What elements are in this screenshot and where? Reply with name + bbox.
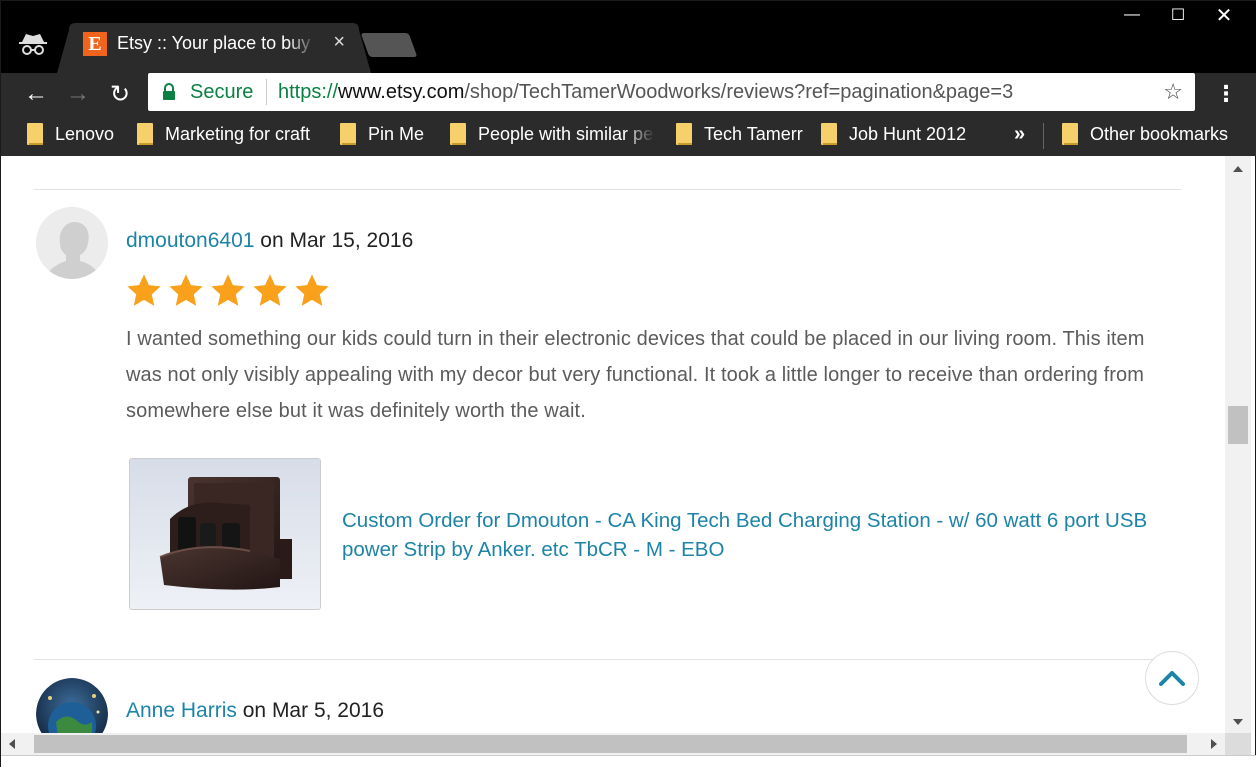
folder-icon <box>821 123 837 145</box>
vertical-scroll-thumb[interactable] <box>1228 406 1248 444</box>
scroll-down-arrow-icon[interactable] <box>1233 719 1243 725</box>
url-text[interactable]: https://www.etsy.com/shop/TechTamerWoodw… <box>278 81 1013 104</box>
scroll-up-arrow-icon[interactable] <box>1233 166 1243 172</box>
avatar-photo[interactable] <box>36 678 108 733</box>
vertical-scrollbar[interactable] <box>1225 156 1251 733</box>
bookmark-label: Other bookmarks <box>1090 123 1229 144</box>
review-on-word: on <box>260 229 284 252</box>
chrome-menu-button[interactable]: ⋮ <box>1215 81 1237 107</box>
star-icon <box>169 274 203 306</box>
bookmark-label: Pin Me <box>368 123 425 144</box>
star-icon <box>211 274 245 306</box>
star-icon <box>295 274 329 306</box>
review-date: Mar 15, 2016 <box>289 229 414 252</box>
horizontal-scroll-thumb[interactable] <box>34 735 1187 753</box>
tab-title: Etsy :: Your place to buy and sell <box>117 33 317 53</box>
etsy-favicon-icon: E <box>83 32 107 56</box>
bookmark-tech-tamerr[interactable]: Tech Tamerr <box>676 123 803 145</box>
charging-station-photo <box>130 459 320 609</box>
folder-icon <box>676 123 692 145</box>
scroll-left-arrow-icon[interactable] <box>9 739 15 749</box>
folder-icon <box>1062 123 1078 145</box>
folder-icon <box>340 123 356 145</box>
star-icon <box>127 274 161 306</box>
back-to-top-button[interactable] <box>1145 651 1199 705</box>
star-rating <box>125 272 331 310</box>
secure-label: Secure <box>190 81 254 103</box>
bookmark-lenovo[interactable]: Lenovo <box>27 123 114 145</box>
folder-icon <box>137 123 153 145</box>
bookmark-label: Marketing for craft <box>165 123 311 144</box>
avatar-default-icon[interactable] <box>36 207 108 279</box>
back-button[interactable]: ← <box>19 77 53 111</box>
folder-icon <box>27 123 43 145</box>
window-controls: — ☐ ✕ <box>1109 1 1247 29</box>
url-host: www.etsy.com <box>338 81 465 103</box>
url-path: /shop/TechTamerWoodworks/reviews?ref=pag… <box>464 81 1014 103</box>
url-scheme: https:// <box>278 81 339 103</box>
person-silhouette-icon <box>36 207 108 279</box>
bookmark-other-bookmarks[interactable]: Other bookmarks <box>1062 123 1228 145</box>
forward-button[interactable]: → <box>61 77 95 111</box>
bookmark-job-hunt-2012[interactable]: Job Hunt 2012 <box>821 123 966 145</box>
address-bar[interactable]: Secure https://www.etsy.com/shop/TechTam… <box>148 73 1195 111</box>
scroll-right-arrow-icon[interactable] <box>1211 739 1217 749</box>
minimize-button[interactable]: — <box>1109 1 1155 29</box>
reviewer-name-link[interactable]: dmouton6401 <box>126 229 254 252</box>
close-window-button[interactable]: ✕ <box>1201 1 1247 29</box>
bookmark-label: Tech Tamerr <box>704 123 803 144</box>
reload-button[interactable]: ↻ <box>103 77 137 111</box>
bookmark-star-icon[interactable]: ☆ <box>1163 79 1183 105</box>
new-tab-button[interactable] <box>360 33 418 57</box>
navigation-toolbar: ← → ↻ Secure https://www.etsy.com/shop/T… <box>1 73 1256 115</box>
bookmarks-overflow-chevron-icon[interactable]: » <box>1014 123 1025 146</box>
bookmark-label: People with similar pe <box>478 123 654 144</box>
chevron-up-icon <box>1159 671 1185 686</box>
browser-window: E Etsy :: Your place to buy and sell × —… <box>0 0 1256 767</box>
url-divider <box>266 79 267 105</box>
earth-avatar-icon <box>36 678 108 733</box>
page-content: dmouton6401 on Mar 15, 2016 I wanted som… <box>1 156 1225 733</box>
tab-close-icon[interactable]: × <box>333 31 345 54</box>
bookmark-label: Lenovo <box>55 123 115 144</box>
review-header: dmouton6401 on Mar 15, 2016 <box>126 229 413 253</box>
review-text: I wanted something our kids could turn i… <box>126 328 1145 422</box>
divider <box>34 189 1181 190</box>
window-bottom-edge <box>1 755 1256 767</box>
bookmark-pin-me[interactable]: Pin Me <box>340 123 424 145</box>
bookmark-people-with-similar[interactable]: People with similar pe <box>450 123 655 145</box>
maximize-button[interactable]: ☐ <box>1155 1 1201 29</box>
tab-etsy[interactable]: E Etsy :: Your place to buy and sell × <box>57 23 371 73</box>
review-date: Mar 5, 2016 <box>271 699 385 722</box>
scrollbar-corner <box>1225 733 1251 755</box>
star-icon <box>253 274 287 306</box>
reviewer-name-link[interactable]: Anne Harris <box>126 699 237 722</box>
lock-icon <box>163 83 175 100</box>
incognito-icon <box>19 34 47 55</box>
listing-title-link[interactable]: Custom Order for Dmouton - CA King Tech … <box>342 506 1162 564</box>
review-header: Anne Harris on Mar 5, 2016 <box>126 699 384 723</box>
divider <box>34 659 1181 660</box>
horizontal-scrollbar[interactable] <box>1 733 1225 755</box>
bookmark-marketing-for-craft[interactable]: Marketing for craft <box>137 123 310 145</box>
folder-icon <box>450 123 466 145</box>
title-bar: E Etsy :: Your place to buy and sell × —… <box>1 1 1256 73</box>
bookmarks-divider <box>1043 123 1044 149</box>
listing-thumbnail[interactable] <box>129 458 321 610</box>
review-on-word: on <box>242 699 267 722</box>
bookmark-label: Job Hunt 2012 <box>849 123 967 144</box>
bookmarks-bar: Lenovo Marketing for craft Pin Me People… <box>1 115 1256 156</box>
